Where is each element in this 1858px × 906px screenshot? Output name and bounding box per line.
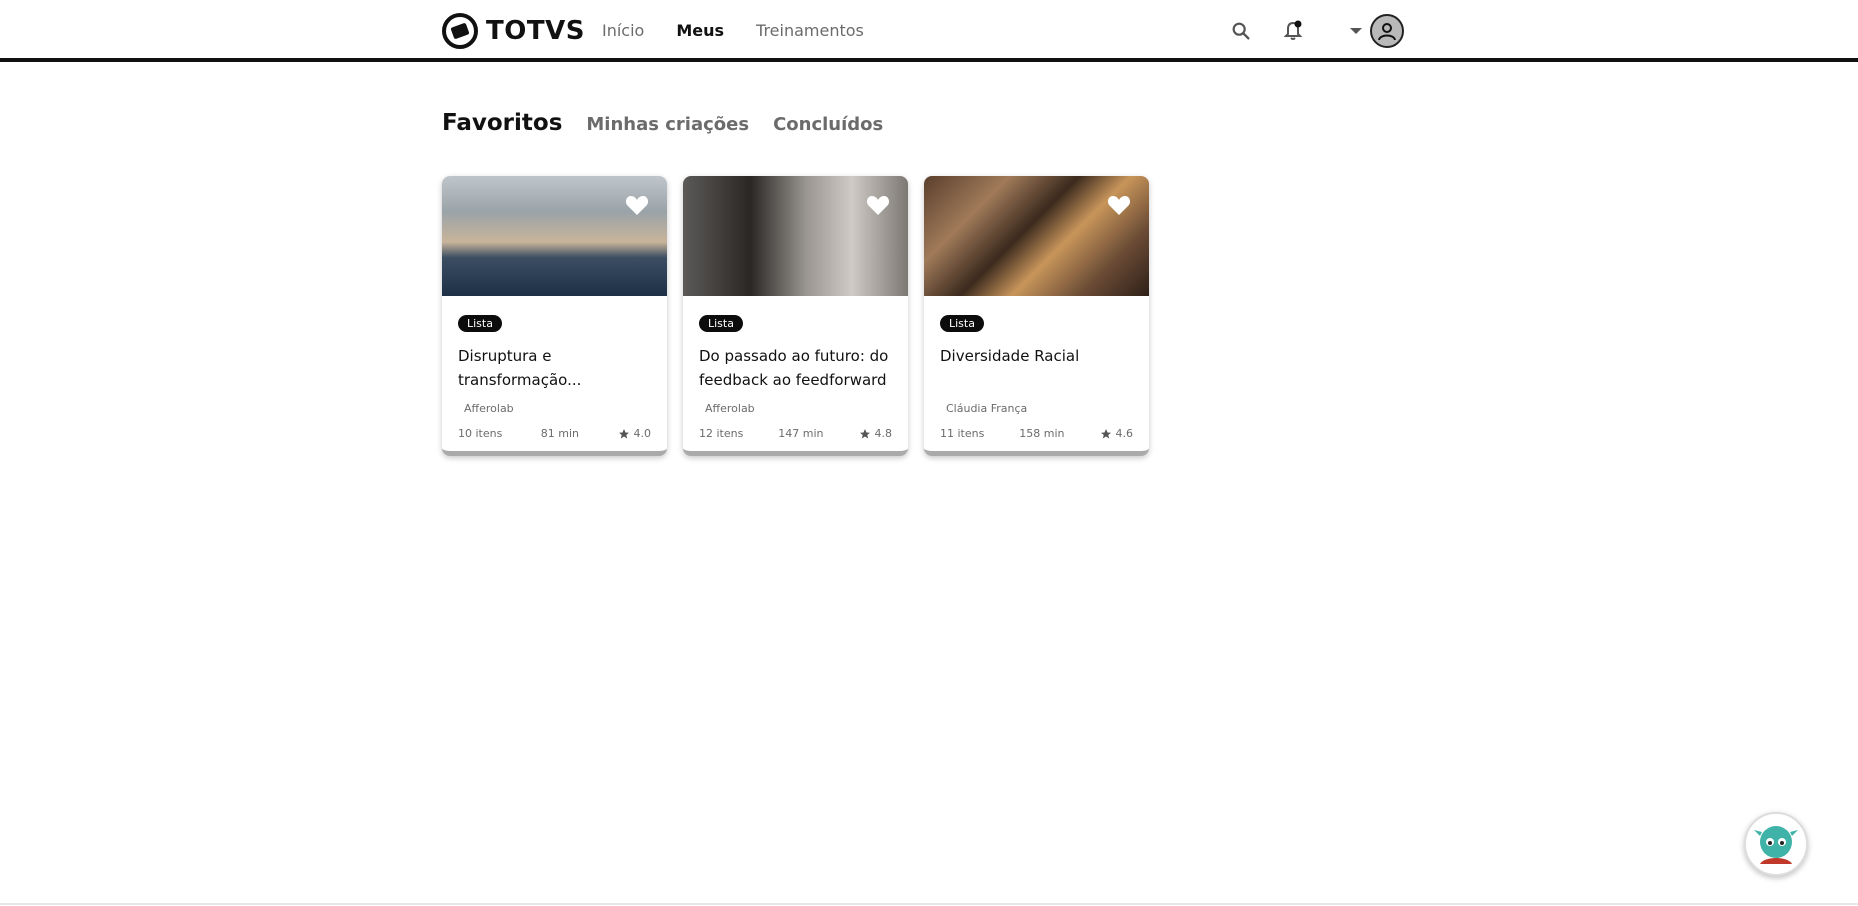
totvs-logo-icon (442, 13, 478, 49)
card-type-badge: Lista (940, 315, 984, 332)
totvs-logo[interactable]: TOTVS (442, 13, 585, 49)
star-icon (618, 428, 629, 438)
card-rating: 4.6 (1100, 427, 1134, 440)
star-icon (859, 428, 870, 438)
card-rating: 4.8 (859, 427, 893, 440)
card-list: Lista Disruptura e transformação... Affe… (442, 176, 1149, 456)
card-meta: 11 itens 158 min 4.6 (940, 427, 1133, 440)
star-icon (1100, 428, 1111, 438)
virtual-assistant-button[interactable] (1744, 812, 1808, 876)
nav-item-treinamentos[interactable]: Treinamentos (756, 21, 864, 40)
card-title: Do passado ao futuro: do feedback ao fee… (699, 347, 889, 389)
tab-minhas-criacoes[interactable]: Minhas criações (586, 114, 749, 135)
search-icon (1232, 22, 1250, 40)
card-rating-value: 4.0 (633, 427, 652, 440)
card-item-count: 11 itens (940, 427, 985, 440)
card-type-badge: Lista (458, 315, 502, 332)
heart-icon[interactable] (625, 194, 649, 216)
logo-text: TOTVS (486, 16, 585, 46)
footer-divider (0, 903, 1858, 905)
card-meta: 10 itens 81 min 4.0 (458, 427, 651, 440)
card-thumbnail (442, 176, 667, 296)
nav-item-inicio[interactable]: Início (602, 21, 644, 40)
chevron-down-icon (1350, 28, 1362, 34)
search-button[interactable] (1228, 18, 1254, 44)
avatar (1370, 14, 1404, 48)
card-item-count: 10 itens (458, 427, 503, 440)
top-navigation-bar: TOTVS Início Meus Treinamentos (0, 0, 1858, 62)
card-duration: 81 min (540, 427, 580, 440)
card-item-count: 12 itens (699, 427, 744, 440)
card-duration: 147 min (778, 427, 824, 440)
assistant-avatar-icon (1754, 826, 1798, 864)
tab-concluidos[interactable]: Concluídos (773, 114, 883, 135)
course-card[interactable]: Lista Do passado ao futuro: do feedback … (683, 176, 908, 456)
course-card[interactable]: Lista Disruptura e transformação... Affe… (442, 176, 667, 456)
card-rating-value: 4.6 (1115, 427, 1134, 440)
card-thumbnail (683, 176, 908, 296)
card-rating: 4.0 (618, 427, 652, 440)
card-duration: 158 min (1019, 427, 1065, 440)
card-author: Afferolab (464, 402, 514, 415)
card-meta: 12 itens 147 min 4.8 (699, 427, 892, 440)
course-card[interactable]: Lista Diversidade Racial Cláudia França … (924, 176, 1149, 456)
tab-favoritos[interactable]: Favoritos (442, 110, 562, 136)
heart-icon[interactable] (1107, 194, 1131, 216)
notifications-button[interactable] (1280, 18, 1306, 44)
card-type-badge: Lista (699, 315, 743, 332)
card-title: Disruptura e transformação... (458, 347, 582, 389)
card-thumbnail (924, 176, 1149, 296)
card-rating-value: 4.8 (874, 427, 893, 440)
nav-item-meus[interactable]: Meus (676, 21, 724, 40)
heart-icon[interactable] (866, 194, 890, 216)
card-title: Diversidade Racial (940, 347, 1080, 365)
collection-tabs: Favoritos Minhas criações Concluídos (442, 110, 883, 136)
card-author: Cláudia França (946, 402, 1028, 415)
card-author: Afferolab (705, 402, 755, 415)
user-icon (1378, 23, 1396, 41)
main-nav: Início Meus Treinamentos (602, 21, 864, 40)
profile-menu[interactable] (1350, 14, 1404, 48)
bell-icon (1283, 20, 1303, 40)
